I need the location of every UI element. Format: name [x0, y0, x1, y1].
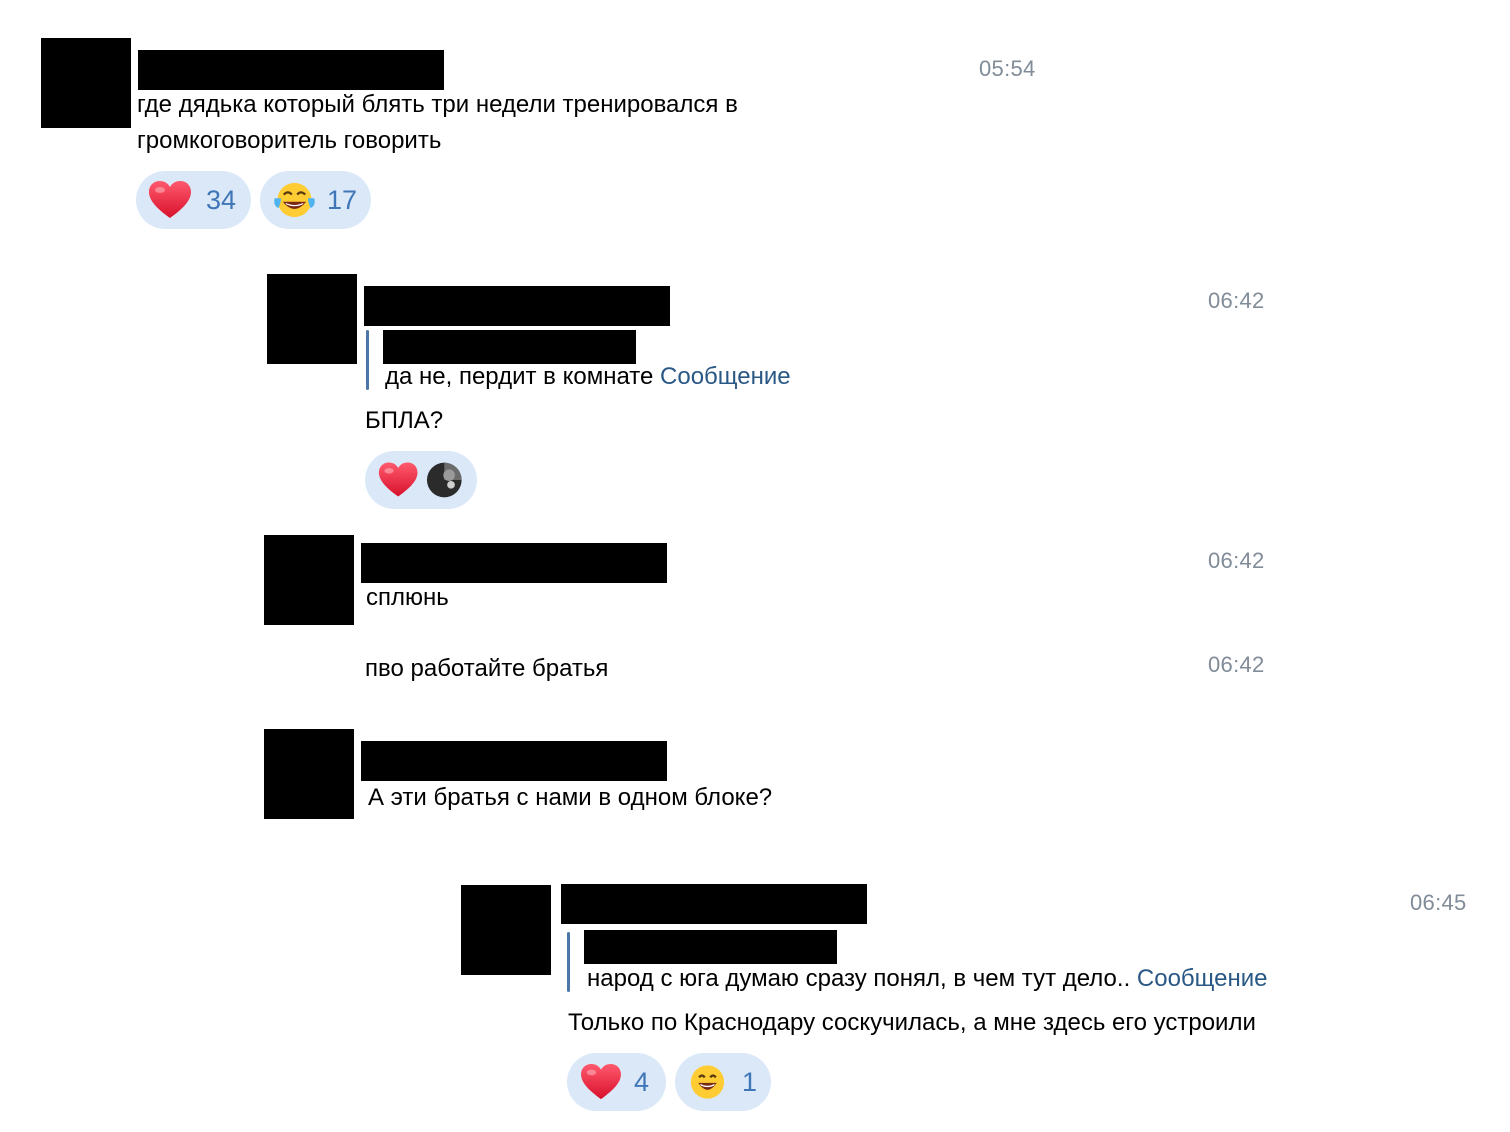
message-timestamp: 06:45	[1410, 890, 1467, 915]
quote-text: народ с юга думаю сразу понял, в чем тут…	[587, 965, 1131, 992]
quote-bar	[366, 330, 369, 390]
reactor-avatar-icon[interactable]	[426, 461, 463, 499]
quoted-message[interactable]: народ с юга думаю сразу понял, в чем тут…	[587, 961, 1268, 997]
reaction-heart[interactable]: 34	[136, 171, 251, 229]
heart-icon	[378, 462, 418, 497]
heart-icon	[581, 1063, 621, 1100]
avatar[interactable]	[267, 274, 357, 364]
avatar[interactable]	[264, 729, 354, 819]
quote-text: да не, пердит в комнате	[385, 363, 654, 390]
redacted-author-name[interactable]	[361, 741, 667, 781]
reaction-heart[interactable]: 4	[567, 1053, 666, 1111]
avatar[interactable]	[461, 885, 551, 975]
reaction-heart[interactable]	[365, 451, 477, 509]
redacted-author-name[interactable]	[561, 884, 867, 924]
message-text: громкоговоритель говорить	[137, 127, 442, 154]
reaction-grin[interactable]: 1	[675, 1053, 771, 1111]
message-timestamp: 06:42	[1208, 288, 1265, 313]
message-timestamp: 06:42	[1208, 652, 1265, 677]
redacted-quoted-author[interactable]	[584, 930, 837, 964]
redacted-author-name[interactable]	[364, 286, 670, 326]
message-text: пво работайте братья	[365, 655, 609, 682]
quote-link[interactable]: Сообщение	[660, 363, 791, 390]
avatar[interactable]	[41, 38, 131, 128]
message-text: где дядька который блять три недели трен…	[137, 91, 738, 118]
quoted-message[interactable]: да не, пердит в комнате Сообщение	[385, 359, 791, 395]
message-text: Только по Краснодару соскучилась, а мне …	[568, 1009, 1256, 1036]
reaction-count: 17	[326, 184, 357, 215]
quote-bar	[567, 932, 570, 992]
avatar[interactable]	[264, 535, 354, 625]
reaction-count: 34	[206, 184, 237, 215]
message-text: БПЛА?	[365, 407, 444, 434]
heart-icon	[149, 181, 191, 218]
reaction-laugh[interactable]: 17	[260, 171, 371, 229]
message-text: сплюнь	[366, 584, 449, 611]
tears-of-joy-icon	[274, 182, 315, 218]
message-timestamp: 05:54	[979, 56, 1036, 81]
reaction-count: 4	[634, 1066, 650, 1097]
redacted-author-name[interactable]	[361, 543, 667, 583]
message-timestamp: 06:42	[1208, 548, 1265, 573]
redacted-author-name[interactable]	[138, 50, 444, 90]
quote-link[interactable]: Сообщение	[1137, 965, 1268, 992]
reaction-count: 1	[741, 1066, 757, 1097]
message-text: А эти братья с нами в одном блоке?	[368, 784, 773, 811]
grinning-face-icon	[690, 1065, 725, 1099]
